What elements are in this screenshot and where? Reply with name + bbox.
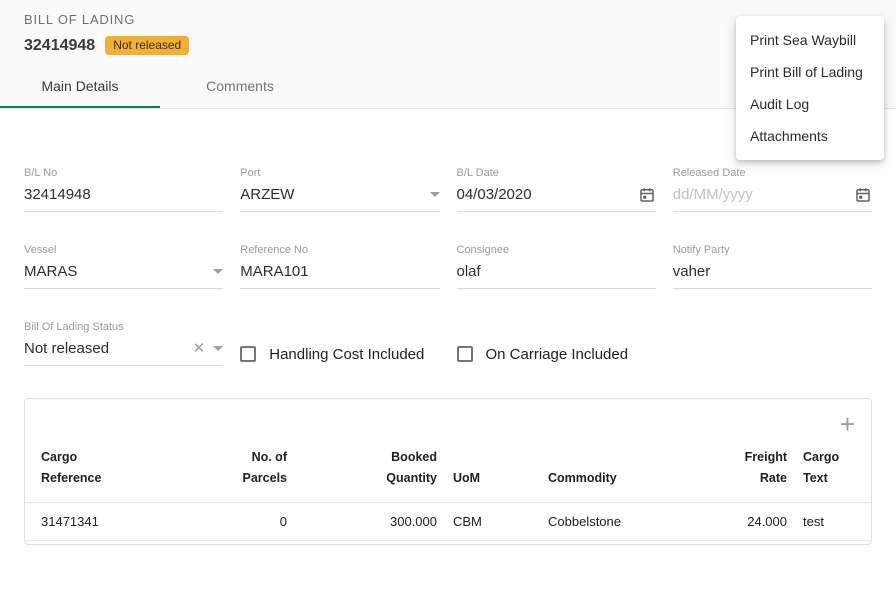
col-freight-rate: Freight Rate: [690, 433, 795, 503]
context-menu: Print Sea Waybill Print Bill of Lading A…: [736, 16, 884, 160]
cell-booked-quantity: 300.000: [295, 503, 445, 541]
bl-no-field: B/L No 32414948: [24, 167, 223, 212]
bl-date-input[interactable]: 04/03/2020: [457, 185, 656, 212]
bl-status-select[interactable]: Not released ✕: [24, 339, 223, 366]
handling-cost-label: Handling Cost Included: [269, 346, 424, 363]
vessel-label: Vessel: [24, 244, 223, 256]
status-badge: Not released: [105, 36, 189, 55]
bl-date-value: 04/03/2020: [457, 186, 632, 203]
chevron-down-icon[interactable]: [430, 192, 440, 197]
bl-date-field: B/L Date 04/03/2020: [457, 167, 656, 212]
bl-status-field: Bill Of Lading Status Not released ✕: [24, 321, 223, 366]
table-header-row: Cargo Reference No. of Parcels Booked Qu…: [25, 433, 871, 503]
tab-comments[interactable]: Comments: [160, 63, 320, 108]
port-select[interactable]: ARZEW: [240, 185, 439, 212]
cell-uom: CBM: [445, 503, 540, 541]
col-no-of-parcels: No. of Parcels: [200, 433, 295, 503]
cargo-card: + Cargo Reference No. of Parcels Booked …: [24, 398, 872, 545]
handling-cost-checkbox[interactable]: Handling Cost Included: [240, 342, 439, 366]
calendar-icon[interactable]: [854, 186, 872, 204]
document-number: 32414948: [24, 37, 95, 55]
on-carriage-checkbox[interactable]: On Carriage Included: [457, 342, 656, 366]
vessel-select[interactable]: MARAS: [24, 262, 223, 289]
port-label: Port: [240, 167, 439, 179]
notify-party-value: vaher: [673, 263, 872, 280]
released-date-label: Released Date: [673, 167, 872, 179]
bl-status-value: Not released: [24, 340, 187, 357]
col-booked-quantity: Booked Quantity: [295, 433, 445, 503]
bl-status-label: Bill Of Lading Status: [24, 321, 223, 333]
col-cargo-text: Cargo Text: [795, 433, 871, 503]
bl-no-input[interactable]: 32414948: [24, 185, 223, 212]
consignee-field: Consignee olaf: [457, 244, 656, 289]
add-cargo-line-button[interactable]: +: [840, 415, 855, 433]
consignee-label: Consignee: [457, 244, 656, 256]
chevron-down-icon[interactable]: [213, 346, 223, 351]
menu-item-attachments[interactable]: Attachments: [736, 120, 884, 152]
consignee-input[interactable]: olaf: [457, 262, 656, 289]
clear-icon[interactable]: ✕: [193, 341, 206, 356]
menu-item-audit-log[interactable]: Audit Log: [736, 88, 884, 120]
col-cargo-reference: Cargo Reference: [25, 433, 200, 503]
vessel-value: MARAS: [24, 263, 207, 280]
released-date-field: Released Date dd/MM/yyyy: [673, 167, 872, 212]
col-uom: UoM: [445, 433, 540, 503]
cell-freight-rate: 24.000: [690, 503, 795, 541]
reference-no-label: Reference No: [240, 244, 439, 256]
reference-no-value: MARA101: [240, 263, 439, 280]
col-commodity: Commodity: [540, 433, 690, 503]
bl-no-value: 32414948: [24, 186, 223, 203]
bl-date-label: B/L Date: [457, 167, 656, 179]
cell-cargo-reference: 31471341: [25, 503, 200, 541]
checkbox-icon: [240, 346, 256, 362]
reference-no-field: Reference No MARA101: [240, 244, 439, 289]
checkbox-icon: [457, 346, 473, 362]
released-date-input[interactable]: dd/MM/yyyy: [673, 185, 872, 212]
cell-cargo-text: test: [795, 503, 871, 541]
cell-commodity: Cobbelstone: [540, 503, 690, 541]
vessel-field: Vessel MARAS: [24, 244, 223, 289]
notify-party-input[interactable]: vaher: [673, 262, 872, 289]
calendar-icon[interactable]: [638, 186, 656, 204]
cargo-table: Cargo Reference No. of Parcels Booked Qu…: [25, 433, 871, 541]
on-carriage-label: On Carriage Included: [486, 346, 629, 363]
menu-item-print-bill-of-lading[interactable]: Print Bill of Lading: [736, 56, 884, 88]
consignee-value: olaf: [457, 263, 656, 280]
cell-no-of-parcels: 0: [200, 503, 295, 541]
menu-item-print-sea-waybill[interactable]: Print Sea Waybill: [736, 24, 884, 56]
notify-party-label: Notify Party: [673, 244, 872, 256]
port-field: Port ARZEW: [240, 167, 439, 212]
chevron-down-icon[interactable]: [213, 269, 223, 274]
port-value: ARZEW: [240, 186, 423, 203]
tab-main-details[interactable]: Main Details: [0, 63, 160, 108]
reference-no-input[interactable]: MARA101: [240, 262, 439, 289]
notify-party-field: Notify Party vaher: [673, 244, 872, 289]
table-row[interactable]: 31471341 0 300.000 CBM Cobbelstone 24.00…: [25, 503, 871, 541]
bl-no-label: B/L No: [24, 167, 223, 179]
released-date-placeholder: dd/MM/yyyy: [673, 186, 848, 203]
